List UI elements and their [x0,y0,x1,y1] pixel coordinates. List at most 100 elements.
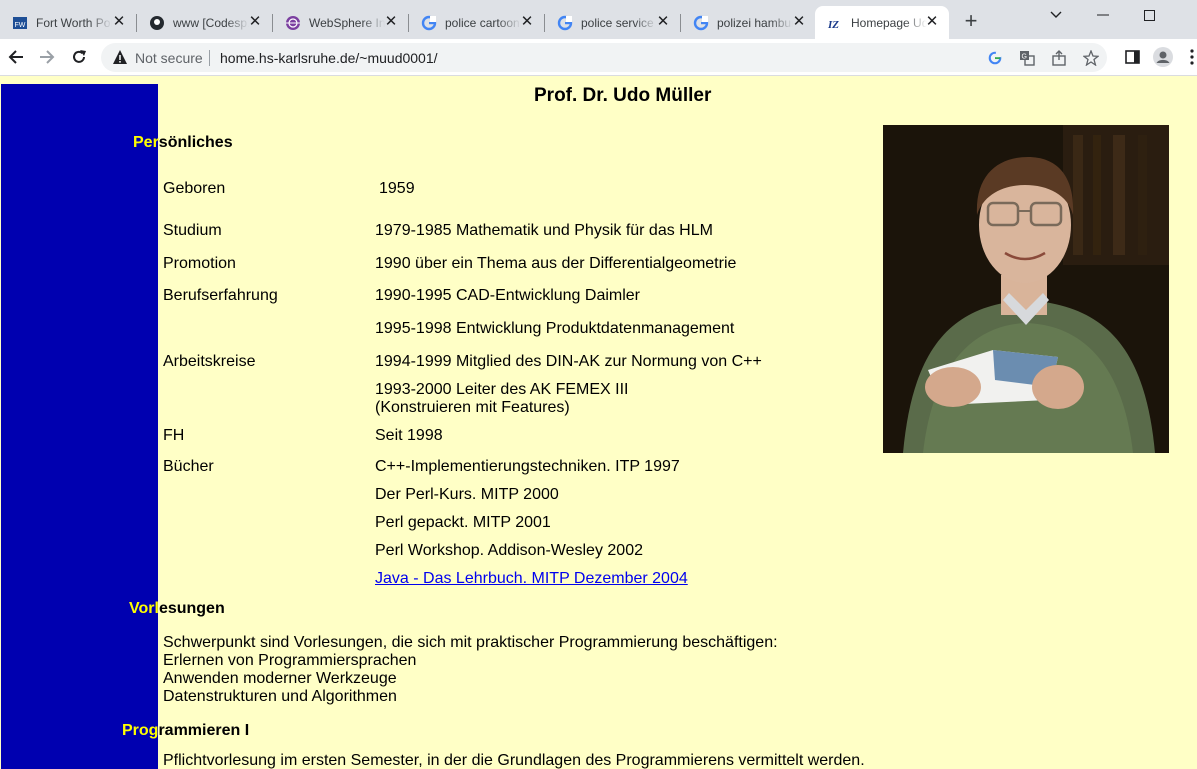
arrow-right-icon [40,50,55,64]
reload-icon [73,50,86,63]
heading-highlight: Vorl [129,600,159,617]
row-label: Geboren [163,180,226,197]
svg-text:G: G [1022,54,1027,61]
svg-text:FW: FW [15,22,26,29]
google-icon [557,15,573,30]
minimize-icon [1097,14,1109,16]
new-tab-button[interactable]: + [959,10,983,34]
row-value: 1990-1995 CAD-Entwicklung Daimler [375,287,641,304]
lectures-line: Anwenden moderner Werkzeuge [163,670,397,687]
translate-icon[interactable]: G [1018,49,1036,67]
row-value: (Konstruieren mit Features) [375,399,570,416]
heading-rest: sönliches [158,134,233,151]
side-panel-icon [1124,50,1140,64]
heading-rest: esungen [158,600,225,617]
close-icon[interactable]: ✕ [656,14,670,29]
tab-fort-worth[interactable]: FW Fort Worth Police ✕ [0,6,136,39]
warning-icon [113,50,127,64]
row-label: Studium [163,222,222,239]
row-value: 1993-2000 Leiter des AK FEMEX III [375,381,629,398]
google-lens-icon[interactable] [986,49,1004,67]
reload-button[interactable] [67,45,91,69]
tab-title: police cartoon [445,15,520,30]
heading-rest: rammieren I [158,722,250,739]
row-value: 1995-1998 Entwicklung Produktdatenmanage… [375,320,735,337]
browser-toolbar: Not secure home.hs-karlsruhe.de/~muud000… [0,39,1197,76]
row-value: 1990 über ein Thema aus der Differential… [375,255,737,272]
section-heading-programming: Programmieren I [122,722,249,740]
security-label[interactable]: Not secure [135,50,203,66]
close-icon[interactable]: ✕ [520,14,534,29]
portrait-photo [883,125,1169,453]
sidebar-bar [1,84,158,769]
page-title: Prof. Dr. Udo Müller [534,85,712,106]
websphere-icon [286,15,300,30]
close-icon[interactable]: ✕ [792,14,806,29]
tab-polizei-hamburg[interactable]: polizei hamburg ✕ [681,6,816,39]
tab-title: police service [581,15,654,30]
share-icon[interactable] [1050,49,1068,67]
kebab-menu-icon [1189,49,1194,65]
profile-button[interactable] [1153,47,1173,67]
close-icon[interactable]: ✕ [925,14,939,29]
minimize-button[interactable] [1080,0,1126,30]
close-icon[interactable]: ✕ [384,14,398,29]
row-value: Perl gepackt. MITP 2001 [375,514,551,531]
programming-paragraph: Pflichtvorlesung im ersten Semester, in … [163,752,865,769]
tab-strip: FW Fort Worth Police ✕ www [Codesp...] ✕… [0,0,1197,39]
tab-title: polizei hamburg [717,15,793,30]
lectures-line: Datenstrukturen und Algorithmen [163,688,397,705]
tab-github[interactable]: www [Codesp...] ✕ [137,6,272,39]
lectures-line: Schwerpunkt sind Vorlesungen, die sich m… [163,634,778,651]
book-link-row: Java - Das Lehrbuch. MITP Dezember 2004 [375,570,688,588]
row-value: Der Perl-Kurs. MITP 2000 [375,486,559,503]
row-label: Arbeitskreise [163,353,256,370]
iz-icon: IZ [827,19,839,31]
close-icon[interactable]: ✕ [112,14,126,29]
lectures-line: Erlernen von Programmiersprachen [163,652,417,669]
tab-title: www [Codesp...] [173,15,249,30]
arrow-left-icon [8,50,23,64]
row-value: 1994-1999 Mitglied des DIN-AK zur Normun… [375,353,762,370]
tab-title: WebSphere Integration [309,15,385,30]
book-link[interactable]: Java - Das Lehrbuch. MITP Dezember 2004 [375,570,688,587]
tab-police-cartoon[interactable]: police cartoon ✕ [409,6,544,39]
heading-highlight: Per [133,134,159,151]
back-button[interactable] [4,45,28,69]
fw-logo-icon: FW [13,16,27,29]
close-window-button[interactable] [1172,0,1197,30]
section-heading-lectures: Vorlesungen [129,600,225,618]
tab-title: Homepage Udo Müller [851,15,927,30]
tab-police-service[interactable]: police service ✕ [545,6,680,39]
row-label: FH [163,427,185,444]
row-value: Seit 1998 [375,427,443,444]
maximize-icon [1143,9,1155,21]
section-heading-personal: Persönliches [133,134,233,152]
side-panel-button[interactable] [1122,47,1142,67]
row-value: Perl Workshop. Addison-Wesley 2002 [375,542,643,559]
close-icon[interactable]: ✕ [248,14,262,29]
row-label: Berufserfahrung [163,287,278,304]
url-text[interactable]: home.hs-karlsruhe.de/~muud0001/ [220,50,438,66]
row-value: 1979-1985 Mathematik und Physik für das … [375,222,713,239]
tab-search-button[interactable] [1033,0,1079,30]
maximize-button[interactable] [1126,0,1172,30]
row-label: Bücher [163,458,214,475]
google-icon [421,15,437,30]
tab-title: Fort Worth Police [36,15,112,30]
address-divider [209,50,210,66]
row-label: Promotion [163,255,236,272]
menu-button[interactable] [1186,47,1197,67]
bookmark-star-icon[interactable] [1082,49,1100,67]
chevron-down-icon [1050,11,1062,18]
portrait-image [883,125,1169,453]
address-bar[interactable]: Not secure home.hs-karlsruhe.de/~muud000… [101,43,1107,72]
svg-text:IZ: IZ [827,19,839,31]
heading-highlight: Prog [122,722,159,739]
page-content: Prof. Dr. Udo Müller Persönliches Gebore… [0,76,1197,769]
row-value: 1959 [379,180,415,197]
tab-websphere[interactable]: WebSphere Integration ✕ [273,6,408,39]
github-icon [150,15,164,30]
tab-homepage[interactable]: IZ Homepage Udo Müller ✕ [815,6,949,39]
forward-button[interactable] [35,45,59,69]
